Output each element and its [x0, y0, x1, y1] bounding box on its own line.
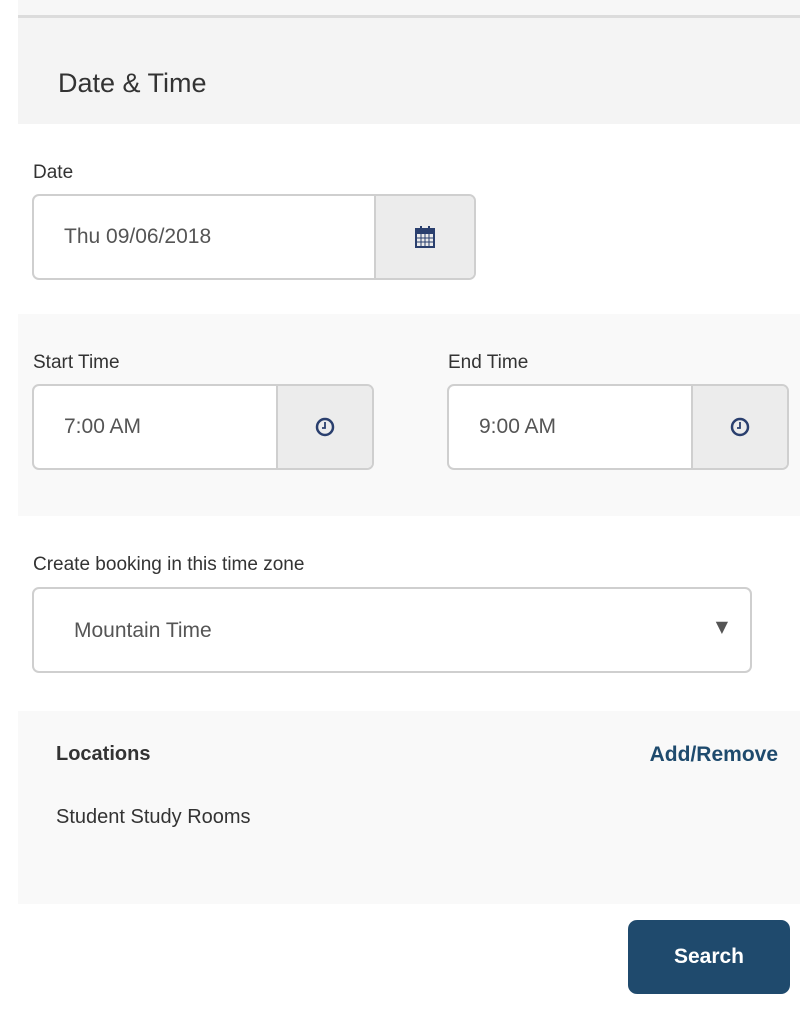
date-input[interactable]: Thu 09/06/2018 [34, 196, 374, 278]
top-bar [18, 0, 800, 18]
caret-down-icon: ▼ [715, 617, 728, 636]
section-header: Date & Time [18, 18, 800, 124]
add-remove-locations-link[interactable]: Add/Remove [650, 743, 778, 767]
locations-title: Locations [56, 743, 151, 765]
clock-icon [730, 417, 750, 437]
start-time-label: Start Time [33, 352, 120, 373]
end-time-label: End Time [448, 352, 529, 373]
end-time-picker-button[interactable] [691, 386, 787, 468]
search-button[interactable]: Search [628, 920, 790, 994]
section-title: Date & Time [58, 68, 207, 98]
date-label: Date [33, 162, 74, 183]
end-time-field[interactable]: 9:00 AM [447, 384, 789, 470]
start-time-field[interactable]: 7:00 AM [32, 384, 374, 470]
date-picker-button[interactable] [374, 196, 474, 278]
location-item: Student Study Rooms [56, 806, 251, 828]
end-time-input[interactable]: 9:00 AM [449, 386, 691, 468]
date-field[interactable]: Thu 09/06/2018 [32, 194, 476, 280]
timezone-label: Create booking in this time zone [33, 554, 305, 575]
start-time-picker-button[interactable] [276, 386, 372, 468]
timezone-select[interactable]: Mountain Time ▼ [32, 587, 752, 673]
calendar-icon [415, 226, 435, 248]
clock-icon [315, 417, 335, 437]
timezone-value: Mountain Time [74, 619, 212, 642]
start-time-input[interactable]: 7:00 AM [34, 386, 276, 468]
